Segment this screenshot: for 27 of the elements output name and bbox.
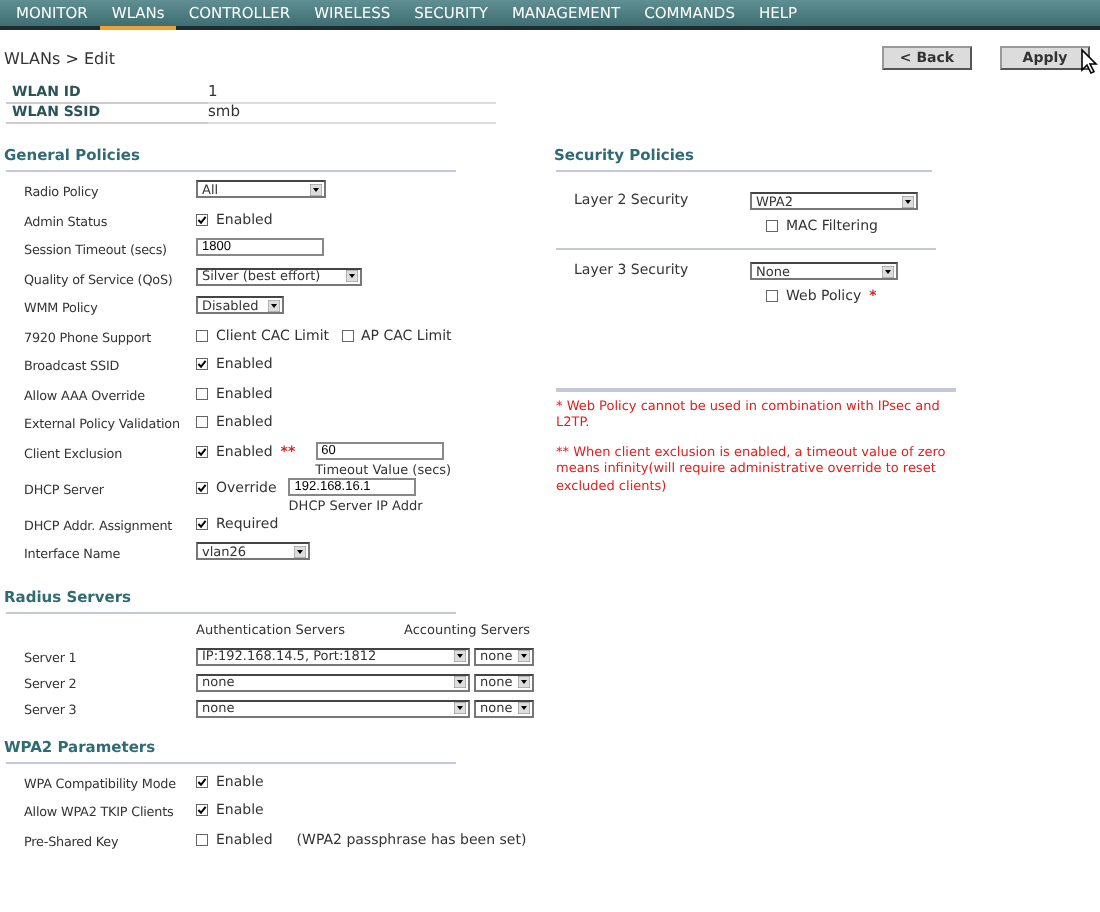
checkbox-checked[interactable] [196,358,208,370]
checkbox[interactable] [766,220,778,232]
checkbox-checked[interactable] [196,481,208,493]
checkbox[interactable] [196,833,208,845]
checkbox-checked[interactable] [196,517,208,529]
dropdown-arrow-icon [518,702,530,714]
dropdown-arrow-icon [518,676,530,688]
checkbox[interactable] [196,416,208,428]
dropdown-arrow-icon [902,195,914,207]
dropdown-arrow-icon [294,545,306,557]
checkbox-checked[interactable] [196,804,208,816]
dropdown-arrow-icon [882,265,894,277]
dropdown-arrow-icon [310,183,322,195]
dropdown-arrow-icon [346,270,358,282]
dropdown-arrow-icon [268,299,280,311]
checkbox-checked[interactable] [196,775,208,787]
breadcrumb: WLANs > Edit [4,49,117,67]
checkbox-checked[interactable] [196,445,208,457]
checkbox[interactable] [196,387,208,399]
checkbox-checked[interactable] [196,213,208,225]
dropdown-arrow-icon [454,702,466,714]
checkbox[interactable] [341,329,354,341]
dropdown-arrow-icon [454,650,466,662]
checkbox[interactable] [196,329,208,341]
dropdown-arrow-icon [454,676,466,688]
checkbox[interactable] [766,290,778,302]
dropdown-arrow-icon [518,650,530,662]
